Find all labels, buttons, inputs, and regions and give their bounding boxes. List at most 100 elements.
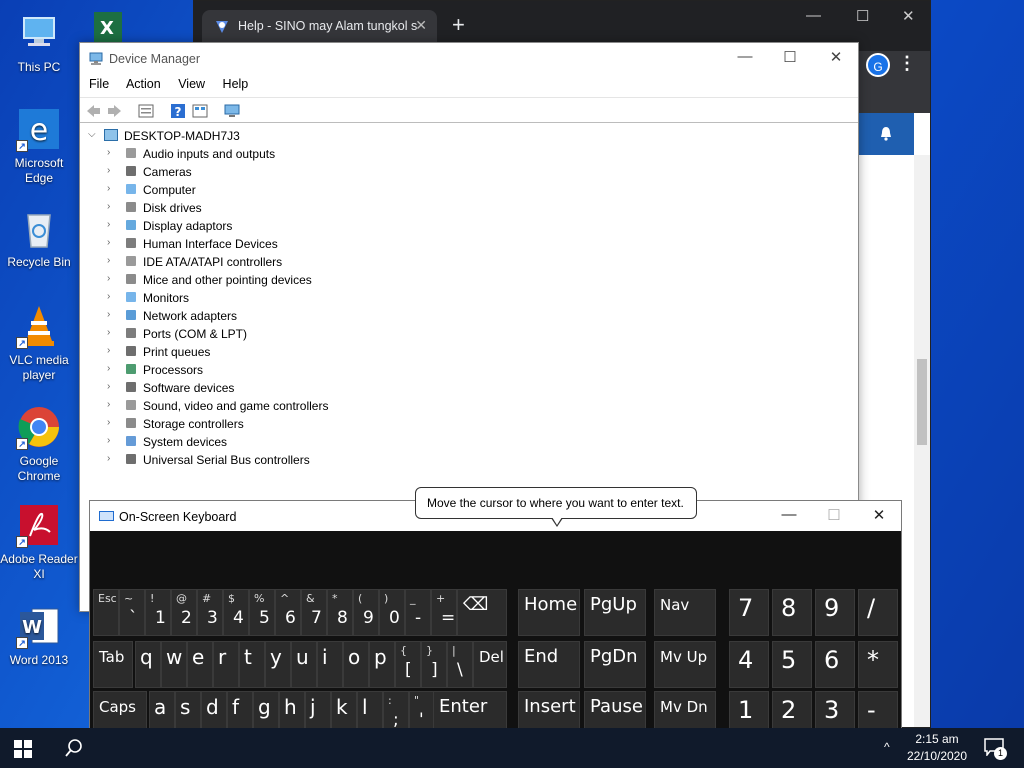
tree-item[interactable]: › Cameras: [80, 163, 858, 181]
osk-close-button[interactable]: ✕: [856, 506, 902, 524]
key-`[interactable]: ~ `: [119, 589, 145, 636]
tree-item[interactable]: › IDE ATA/ATAPI controllers: [80, 253, 858, 271]
tree-item[interactable]: › Processors: [80, 361, 858, 379]
key-=[interactable]: + =: [431, 589, 457, 636]
notification-bell-button[interactable]: [858, 113, 914, 155]
tree-item[interactable]: › Audio inputs and outputs: [80, 145, 858, 163]
browser-tab[interactable]: Help - SINO may Alam tungkol s ✕: [202, 10, 437, 43]
menu-file[interactable]: File: [89, 77, 109, 91]
start-button[interactable]: [14, 740, 32, 758]
expand-chevron-icon[interactable]: ›: [107, 327, 110, 338]
expand-chevron-icon[interactable]: ›: [107, 345, 110, 356]
key-esc[interactable]: Esc: [93, 589, 119, 636]
tree-item[interactable]: › Sound, video and game controllers: [80, 397, 858, 415]
numpad-key-4[interactable]: 4: [729, 641, 769, 688]
key-o[interactable]: o: [343, 641, 369, 688]
tree-item[interactable]: › Print queues: [80, 343, 858, 361]
key-bracket[interactable]: | \: [447, 641, 473, 688]
collapse-chevron-icon[interactable]: ⌵: [88, 129, 96, 140]
tree-item[interactable]: › Universal Serial Bus controllers: [80, 451, 858, 469]
expand-chevron-icon[interactable]: ›: [107, 363, 110, 374]
osk-maximize-button[interactable]: ☐: [811, 506, 857, 524]
key-9[interactable]: (9: [353, 589, 379, 636]
search-button[interactable]: [64, 738, 84, 758]
tree-item[interactable]: › Display adaptors: [80, 217, 858, 235]
key-8[interactable]: * 8: [327, 589, 353, 636]
help-icon[interactable]: ?: [170, 103, 186, 119]
key-y[interactable]: y: [265, 641, 291, 688]
pgup-key[interactable]: PgUp: [584, 589, 646, 636]
desktop-icon-recycle-bin[interactable]: Recycle Bin: [0, 205, 78, 270]
key-e[interactable]: e: [187, 641, 213, 688]
key-7[interactable]: & 7: [301, 589, 327, 636]
tab-close-icon[interactable]: ✕: [415, 17, 427, 34]
mvup-key[interactable]: Mv Up: [654, 641, 716, 688]
key-0[interactable]: ) 0: [379, 589, 405, 636]
numpad-key-5[interactable]: 5: [772, 641, 812, 688]
clock[interactable]: 2:15 am 22/10/2020: [906, 731, 968, 765]
desktop-icon-adobe-reader[interactable]: ↗ Adobe Reader XI: [0, 502, 78, 582]
key-t[interactable]: t: [239, 641, 265, 688]
maximize-button[interactable]: ☐: [767, 48, 813, 66]
tree-item[interactable]: › Mice and other pointing devices: [80, 271, 858, 289]
nav-key[interactable]: Nav: [654, 589, 716, 636]
key-2[interactable]: @2: [171, 589, 197, 636]
expand-chevron-icon[interactable]: ›: [107, 381, 110, 392]
new-tab-button[interactable]: +: [452, 14, 465, 36]
expand-chevron-icon[interactable]: ›: [107, 237, 110, 248]
expand-chevron-icon[interactable]: ›: [107, 219, 110, 230]
tree-root[interactable]: ⌵ DESKTOP-MADH7J3: [80, 127, 858, 145]
tree-item[interactable]: › System devices: [80, 433, 858, 451]
forward-arrow-icon[interactable]: [107, 103, 123, 119]
expand-chevron-icon[interactable]: ›: [107, 201, 110, 212]
excel-icon[interactable]: X: [94, 10, 124, 44]
tree-item[interactable]: › Human Interface Devices: [80, 235, 858, 253]
expand-chevron-icon[interactable]: ›: [107, 147, 110, 158]
home-key[interactable]: Home: [518, 589, 580, 636]
desktop-icon-chrome[interactable]: ↗ Google Chrome: [0, 404, 78, 484]
key-3[interactable]: #3: [197, 589, 223, 636]
tree-item[interactable]: › Disk drives: [80, 199, 858, 217]
backspace-key[interactable]: ⌫: [457, 589, 507, 636]
tree-item[interactable]: › Storage controllers: [80, 415, 858, 433]
tree-item[interactable]: › Computer: [80, 181, 858, 199]
browser-menu-button[interactable]: ⋮: [898, 53, 916, 74]
expand-chevron-icon[interactable]: ›: [107, 453, 110, 464]
expand-chevron-icon[interactable]: ›: [107, 417, 110, 428]
pgdn-key[interactable]: PgDn: [584, 641, 646, 688]
view-icon[interactable]: [192, 103, 208, 119]
menu-help[interactable]: Help: [223, 77, 249, 91]
key-5[interactable]: % 5: [249, 589, 275, 636]
key--[interactable]: _ -: [405, 589, 431, 636]
back-arrow-icon[interactable]: [85, 103, 101, 119]
expand-chevron-icon[interactable]: ›: [107, 309, 110, 320]
browser-close-button[interactable]: ✕: [902, 7, 915, 25]
expand-chevron-icon[interactable]: ›: [107, 435, 110, 446]
numpad-key-8[interactable]: 8: [772, 589, 812, 636]
expand-chevron-icon[interactable]: ›: [107, 255, 110, 266]
numpad-key-7[interactable]: 7: [729, 589, 769, 636]
key-4[interactable]: $4: [223, 589, 249, 636]
desktop-icon-edge[interactable]: e ↗ Microsoft Edge: [0, 106, 78, 186]
tree-item[interactable]: › Monitors: [80, 289, 858, 307]
browser-maximize-button[interactable]: ☐: [856, 7, 869, 25]
desktop-icon-word[interactable]: W ↗ Word 2013: [0, 603, 78, 668]
key-bracket[interactable]: }]: [421, 641, 447, 688]
desktop-icon-vlc[interactable]: ↗ VLC media player: [0, 303, 78, 383]
expand-chevron-icon[interactable]: ›: [107, 273, 110, 284]
key-i[interactable]: i: [317, 641, 343, 688]
minimize-button[interactable]: —: [722, 48, 768, 65]
tree-item[interactable]: › Software devices: [80, 379, 858, 397]
desktop-icon-this-pc[interactable]: This PC: [0, 10, 78, 75]
browser-scrollbar[interactable]: [914, 155, 930, 727]
close-button[interactable]: ✕: [813, 48, 859, 66]
key-r[interactable]: r: [213, 641, 239, 688]
del-key[interactable]: Del: [473, 641, 507, 688]
key-u[interactable]: u: [291, 641, 317, 688]
osk-minimize-button[interactable]: —: [766, 506, 812, 523]
tray-overflow-icon[interactable]: ^: [884, 740, 890, 754]
key-p[interactable]: p: [369, 641, 395, 688]
action-center-button[interactable]: 1: [984, 738, 1007, 760]
scrollbar-thumb[interactable]: [917, 359, 927, 445]
key-w[interactable]: w: [161, 641, 187, 688]
